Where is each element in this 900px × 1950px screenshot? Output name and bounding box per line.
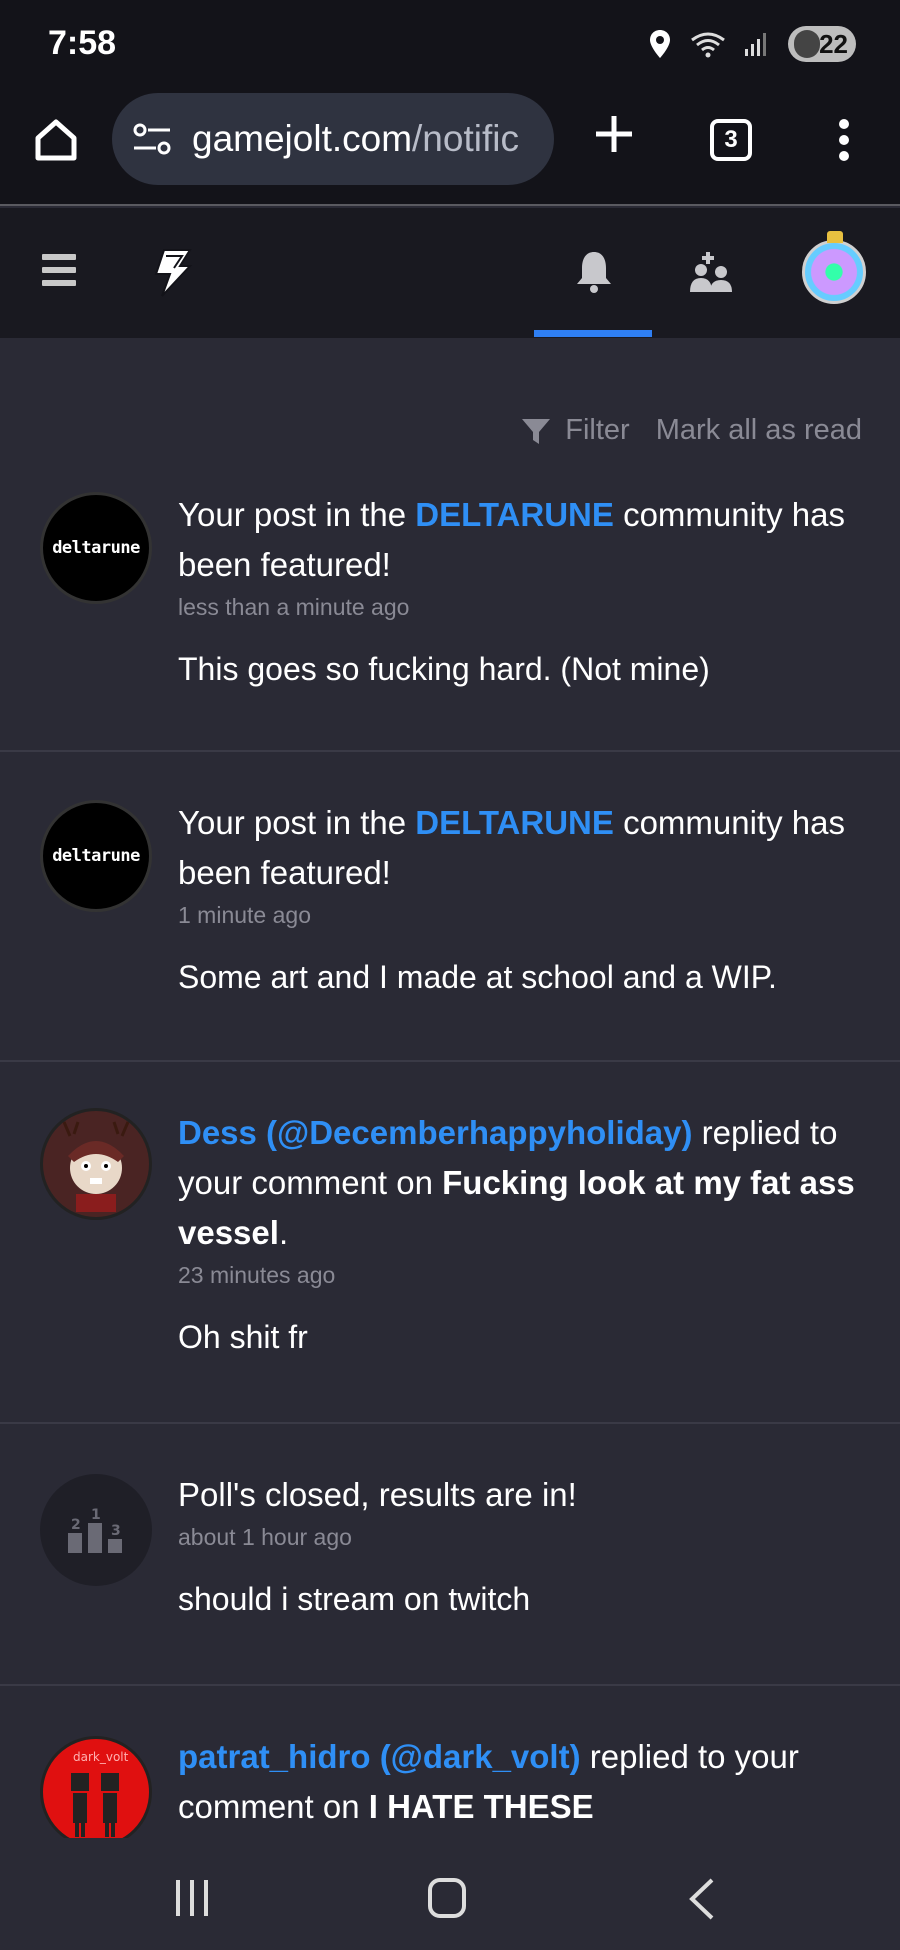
site-header: [0, 208, 900, 338]
filter-label: Filter: [565, 414, 630, 446]
notification-time: less than a minute ago: [178, 594, 410, 620]
community-avatar[interactable]: deltarune: [40, 492, 152, 604]
notification-snippet: Some art and I made at school and a WIP.: [178, 959, 777, 995]
home-button[interactable]: [428, 1878, 466, 1918]
notification-snippet: should i stream on twitch: [178, 1581, 531, 1617]
menu-icon[interactable]: [42, 254, 76, 286]
address-bar[interactable]: gamejolt.com/notific: [112, 93, 554, 185]
character-portrait-icon: dark_volt: [71, 1750, 129, 1837]
system-navigation-bar: [0, 1838, 900, 1950]
notification-title: Poll's closed, results are in!: [178, 1476, 577, 1513]
user-avatar[interactable]: [802, 231, 866, 304]
character-portrait-icon: [62, 1121, 130, 1212]
status-bar: 7:58 22: [0, 0, 900, 90]
notifications-bell-icon[interactable]: [574, 248, 614, 294]
notification-snippet: This goes so fucking hard. (Not mine): [178, 651, 710, 687]
mark-all-read-button[interactable]: Mark all as read: [656, 414, 862, 447]
more-options-icon[interactable]: [836, 118, 852, 162]
svg-text:3: 3: [111, 1523, 121, 1539]
avatar-caption: dark_volt: [73, 1750, 129, 1764]
status-icons: 22: [648, 24, 856, 64]
notification-title: patrat_hidro (@dark_volt) replied to you…: [178, 1738, 799, 1825]
community-link[interactable]: DELTARUNE: [415, 804, 614, 841]
url-path: /notific: [412, 118, 519, 159]
battery-icon: 22: [788, 26, 856, 62]
svg-text:1: 1: [91, 1507, 101, 1523]
user-avatar-dess[interactable]: [40, 1108, 152, 1220]
gamejolt-logo[interactable]: [150, 248, 194, 298]
active-tab-indicator: [534, 330, 652, 337]
url-domain: gamejolt.com: [192, 118, 413, 159]
community-avatar[interactable]: deltarune: [40, 800, 152, 912]
status-time: 7:58: [48, 24, 117, 62]
notification-title: Your post in the DELTARUNE community has…: [178, 804, 845, 891]
notification-feed: deltarune Your post in the DELTARUNE com…: [0, 480, 900, 1886]
filter-icon: [522, 418, 551, 444]
battery-level: 22: [819, 28, 848, 59]
notification-title: Your post in the DELTARUNE community has…: [178, 496, 845, 583]
url-text: gamejolt.com/notific: [192, 118, 519, 160]
notification-item[interactable]: deltarune Your post in the DELTARUNE com…: [0, 752, 900, 1062]
notification-item[interactable]: deltarune Your post in the DELTARUNE com…: [0, 480, 900, 752]
notification-item[interactable]: Dess (@Decemberhappyholiday) replied to …: [0, 1062, 900, 1424]
user-link[interactable]: Dess (@Decemberhappyholiday): [178, 1114, 693, 1151]
signal-icon: [745, 33, 766, 56]
post-link[interactable]: I HATE THESE: [369, 1788, 594, 1825]
home-icon[interactable]: [32, 116, 80, 164]
site-settings-icon[interactable]: [132, 121, 172, 157]
poll-avatar: 2 1 3: [40, 1474, 152, 1586]
wifi-icon: [691, 32, 725, 58]
browser-toolbar: gamejolt.com/notific 3: [0, 90, 900, 206]
poll-results-icon: 2 1 3: [68, 1507, 122, 1553]
new-tab-icon[interactable]: [592, 112, 636, 156]
notification-time: 1 minute ago: [178, 902, 311, 928]
notification-time: about 1 hour ago: [178, 1524, 352, 1550]
svg-text:2: 2: [71, 1517, 81, 1533]
tab-switcher-button[interactable]: 3: [710, 119, 752, 161]
notification-item[interactable]: 2 1 3 Poll's closed, results are in! abo…: [0, 1424, 900, 1686]
community-link[interactable]: DELTARUNE: [415, 496, 614, 533]
notification-time: 23 minutes ago: [178, 1262, 336, 1288]
notification-snippet: Oh shit fr: [178, 1319, 308, 1355]
notification-title: Dess (@Decemberhappyholiday) replied to …: [178, 1114, 855, 1251]
back-icon[interactable]: [682, 1876, 722, 1922]
filter-button[interactable]: Filter: [521, 414, 630, 447]
user-link[interactable]: patrat_hidro (@dark_volt): [178, 1738, 581, 1775]
user-avatar-patrat[interactable]: dark_volt: [40, 1736, 152, 1848]
friends-icon[interactable]: [688, 250, 734, 294]
location-icon: [650, 30, 670, 58]
recents-button[interactable]: [176, 1880, 212, 1916]
notification-actions: Filter Mark all as read: [521, 414, 862, 447]
